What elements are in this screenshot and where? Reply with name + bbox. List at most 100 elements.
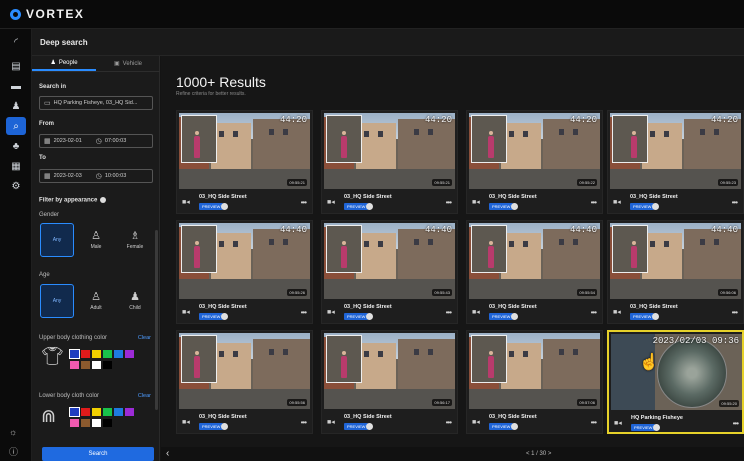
color-swatch[interactable] <box>125 408 134 416</box>
search-in-field[interactable]: ▭ HQ Parking Fisheye, 03_HQ Sid... <box>39 96 153 110</box>
result-thumbnail[interactable]: ☝ 2023/02/03 09:36 09:55:20 <box>611 334 742 410</box>
more-options-icon[interactable]: ••• <box>591 418 597 427</box>
info-icon[interactable] <box>652 203 659 210</box>
more-options-icon[interactable]: ••• <box>591 308 597 317</box>
result-thumbnail[interactable]: 44:40 09:55:43 <box>324 223 455 299</box>
color-swatch[interactable] <box>125 350 134 358</box>
result-thumbnail[interactable]: 44:20 09:55:22 <box>469 113 600 189</box>
result-card[interactable]: 44:40 09:56:06 ■◂ 03_HQ Side Street PREVIEW •… <box>607 220 744 324</box>
color-swatch[interactable] <box>81 419 90 427</box>
color-swatch[interactable] <box>69 349 80 359</box>
help-icon[interactable]: ⓘ <box>9 445 18 458</box>
color-swatch[interactable] <box>70 361 79 369</box>
color-swatch[interactable] <box>81 408 90 416</box>
color-swatch[interactable] <box>103 408 112 416</box>
more-options-icon[interactable]: ••• <box>446 198 452 207</box>
color-swatch[interactable] <box>69 407 80 417</box>
result-card[interactable]: 44:20 09:55:22 ■◂ 03_HQ Side Street PREVIEW •… <box>466 110 603 214</box>
more-options-icon[interactable]: ••• <box>446 418 452 427</box>
info-icon[interactable] <box>221 313 228 320</box>
settings-icon[interactable]: ⚙ <box>6 177 26 195</box>
result-card[interactable]: 09:57:06 ■◂ 03_HQ Side Street PREVIEW ••• <box>466 330 603 434</box>
people-icon[interactable]: ♟ <box>6 97 26 115</box>
result-thumbnail[interactable]: 44:20 09:55:21 <box>324 113 455 189</box>
color-swatch[interactable] <box>114 350 123 358</box>
info-icon[interactable] <box>653 424 660 431</box>
color-swatch[interactable] <box>103 419 112 427</box>
preview-tag[interactable]: PREVIEW <box>199 423 224 430</box>
color-swatch[interactable] <box>81 350 90 358</box>
color-swatch[interactable] <box>92 361 101 369</box>
archive-icon[interactable]: ▦ <box>6 157 26 175</box>
lower-color-clear[interactable]: Clear <box>138 393 151 399</box>
color-swatch[interactable] <box>81 361 90 369</box>
preview-tag[interactable]: PREVIEW <box>199 313 224 320</box>
info-icon[interactable] <box>221 423 228 430</box>
result-thumbnail[interactable]: 44:20 09:55:21 <box>179 113 310 189</box>
preview-tag[interactable]: PREVIEW <box>630 203 655 210</box>
preview-tag[interactable]: PREVIEW <box>489 423 514 430</box>
info-icon[interactable] <box>366 423 373 430</box>
result-card[interactable]: 44:40 09:55:43 ■◂ 03_HQ Side Street PREVIEW •… <box>321 220 458 324</box>
deep-search-icon[interactable]: ⌕ <box>6 117 26 135</box>
info-icon[interactable] <box>100 197 107 203</box>
more-options-icon[interactable]: ••• <box>301 198 307 207</box>
color-swatch[interactable] <box>114 408 123 416</box>
more-options-icon[interactable]: ••• <box>301 308 307 317</box>
gender-male-option[interactable]: ♙ Male <box>79 223 113 257</box>
preview-tag[interactable]: PREVIEW <box>631 424 656 431</box>
color-swatch[interactable] <box>92 408 101 416</box>
result-card[interactable]: 09:55:56 ■◂ 03_HQ Side Street PREVIEW ••• <box>176 330 313 434</box>
more-options-icon[interactable]: ••• <box>732 308 738 317</box>
search-button[interactable]: Search <box>42 447 154 461</box>
page-indicator[interactable]: < 1 / 30 > <box>526 447 551 461</box>
upper-color-clear[interactable]: Clear <box>138 335 151 341</box>
result-card[interactable]: 44:20 09:55:21 ■◂ 03_HQ Side Street PREVIEW •… <box>176 110 313 214</box>
dashboard-icon[interactable]: ▤ <box>6 57 26 75</box>
info-icon[interactable] <box>652 313 659 320</box>
gender-female-option[interactable]: ♗ Female <box>118 223 152 257</box>
color-swatch[interactable] <box>92 350 101 358</box>
back-chevron-icon[interactable]: ‹ <box>166 447 169 461</box>
info-icon[interactable] <box>511 313 518 320</box>
color-swatch[interactable] <box>70 419 79 427</box>
age-child-option[interactable]: ♟ Child <box>118 284 152 318</box>
alerts-icon[interactable]: ♣ <box>6 137 26 155</box>
result-card[interactable]: 44:20 09:55:21 ■◂ 03_HQ Side Street PREVIEW •… <box>321 110 458 214</box>
more-options-icon[interactable]: ••• <box>446 308 452 317</box>
result-card[interactable]: 44:40 09:55:54 ■◂ 03_HQ Side Street PREVIEW •… <box>466 220 603 324</box>
result-thumbnail[interactable]: 44:20 09:55:23 <box>610 113 741 189</box>
age-any-option[interactable]: Any <box>40 284 74 318</box>
preview-tag[interactable]: PREVIEW <box>344 313 369 320</box>
info-icon[interactable] <box>366 203 373 210</box>
to-field[interactable]: ▦ 2023-02-03 ◷ 10:00:03 <box>39 169 153 183</box>
color-swatch[interactable] <box>92 419 101 427</box>
preview-tag[interactable]: PREVIEW <box>630 313 655 320</box>
result-card[interactable]: 44:40 09:55:26 ■◂ 03_HQ Side Street PREVIEW •… <box>176 220 313 324</box>
info-icon[interactable] <box>511 423 518 430</box>
preview-tag[interactable]: PREVIEW <box>489 203 514 210</box>
result-thumbnail[interactable]: 09:55:56 <box>179 333 310 409</box>
result-thumbnail[interactable]: 44:40 09:55:54 <box>469 223 600 299</box>
result-card[interactable]: 09:56:17 ■◂ 03_HQ Side Street PREVIEW ••• <box>321 330 458 434</box>
brightness-icon[interactable]: ☼ <box>9 427 17 437</box>
more-options-icon[interactable]: ••• <box>733 419 739 428</box>
result-thumbnail[interactable]: 09:57:06 <box>469 333 600 409</box>
result-card[interactable]: ☝ 2023/02/03 09:36 09:55:20 ■◂ HQ Parking Fi… <box>607 330 744 434</box>
preview-tag[interactable]: PREVIEW <box>344 203 369 210</box>
preview-tag[interactable]: PREVIEW <box>199 203 224 210</box>
more-options-icon[interactable]: ••• <box>301 418 307 427</box>
sidebar-scrollbar[interactable] <box>155 230 158 410</box>
result-thumbnail[interactable]: 09:56:17 <box>324 333 455 409</box>
info-icon[interactable] <box>511 203 518 210</box>
preview-tag[interactable]: PREVIEW <box>344 423 369 430</box>
home-logo-icon[interactable]: ◜ <box>6 33 26 51</box>
tab-people[interactable]: ♟ People <box>32 56 96 71</box>
result-card[interactable]: 44:20 09:55:23 ■◂ 03_HQ Side Street PREVIEW •… <box>607 110 744 214</box>
color-swatch[interactable] <box>103 350 112 358</box>
color-swatch[interactable] <box>103 361 112 369</box>
from-field[interactable]: ▦ 2023-02-01 ◷ 07:00:03 <box>39 134 153 148</box>
gender-any-option[interactable]: Any <box>40 223 74 257</box>
age-adult-option[interactable]: ♙ Adult <box>79 284 113 318</box>
info-icon[interactable] <box>221 203 228 210</box>
